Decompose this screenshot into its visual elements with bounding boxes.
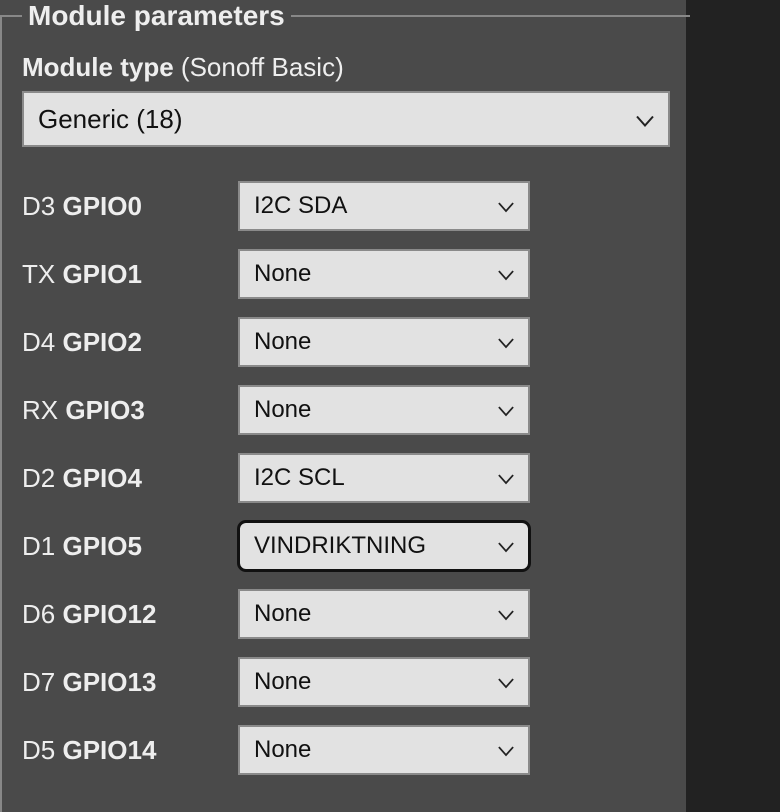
module-type-line: Module type (Sonoff Basic): [22, 52, 670, 83]
gpio-label: D1 GPIO5: [22, 531, 238, 562]
gpio-function-select-value: None: [254, 668, 311, 696]
module-parameters-fieldset: Module parameters Module type (Sonoff Ba…: [0, 0, 690, 812]
gpio-label-name: GPIO13: [62, 667, 156, 697]
chevron-down-icon: [498, 600, 514, 628]
gpio-label-name: GPIO1: [62, 259, 141, 289]
gpio-row: TX GPIO1 None: [22, 249, 670, 299]
gpio-label-name: GPIO3: [65, 395, 144, 425]
gpio-function-select[interactable]: None: [238, 725, 530, 775]
gpio-label: D6 GPIO12: [22, 599, 238, 630]
gpio-label-prefix: RX: [22, 395, 65, 425]
chevron-down-icon: [498, 736, 514, 764]
chevron-down-icon: [498, 464, 514, 492]
gpio-function-select[interactable]: I2C SCL: [238, 453, 530, 503]
gpio-row: RX GPIO3 None: [22, 385, 670, 435]
chevron-down-icon: [498, 260, 514, 288]
chevron-down-icon: [636, 104, 654, 135]
chevron-down-icon: [498, 396, 514, 424]
gpio-row: D4 GPIO2 None: [22, 317, 670, 367]
gpio-function-select-value: I2C SDA: [254, 192, 347, 220]
gpio-function-select[interactable]: None: [238, 657, 530, 707]
gpio-label: RX GPIO3: [22, 395, 238, 426]
gpio-label-name: GPIO4: [62, 463, 141, 493]
chevron-down-icon: [498, 192, 514, 220]
gpio-label: TX GPIO1: [22, 259, 238, 290]
gpio-label: D5 GPIO14: [22, 735, 238, 766]
module-type-current: (Sonoff Basic): [181, 52, 344, 82]
gpio-row: D7 GPIO13 None: [22, 657, 670, 707]
gpio-function-select[interactable]: None: [238, 249, 530, 299]
gpio-label-name: GPIO12: [62, 599, 156, 629]
gpio-table: D3 GPIO0I2C SDATX GPIO1NoneD4 GPIO2NoneR…: [22, 181, 670, 775]
gpio-function-select-value: None: [254, 600, 311, 628]
module-type-select[interactable]: Generic (18): [22, 91, 670, 147]
gpio-row: D3 GPIO0 I2C SDA: [22, 181, 670, 231]
chevron-down-icon: [498, 532, 514, 560]
gpio-function-select[interactable]: VINDRIKTNING: [238, 521, 530, 571]
module-parameters-panel: Module parameters Module type (Sonoff Ba…: [0, 0, 686, 812]
gpio-label-prefix: D2: [22, 463, 62, 493]
gpio-label-name: GPIO5: [62, 531, 141, 561]
gpio-label-prefix: D1: [22, 531, 62, 561]
gpio-row: D6 GPIO12 None: [22, 589, 670, 639]
gpio-row: D5 GPIO14 None: [22, 725, 670, 775]
gpio-function-select[interactable]: None: [238, 317, 530, 367]
chevron-down-icon: [498, 328, 514, 356]
gpio-function-select-value: None: [254, 396, 311, 424]
gpio-label-name: GPIO14: [62, 735, 156, 765]
gpio-row: D2 GPIO4 I2C SCL: [22, 453, 670, 503]
gpio-label-name: GPIO0: [62, 191, 141, 221]
gpio-label: D3 GPIO0: [22, 191, 238, 222]
module-type-label: Module type: [22, 52, 174, 82]
gpio-label-name: GPIO2: [62, 327, 141, 357]
gpio-function-select-value: None: [254, 260, 311, 288]
gpio-function-select-value: I2C SCL: [254, 464, 345, 492]
gpio-label-prefix: D6: [22, 599, 62, 629]
gpio-function-select-value: None: [254, 736, 311, 764]
fieldset-legend: Module parameters: [22, 0, 291, 32]
gpio-label-prefix: TX: [22, 259, 62, 289]
gpio-function-select-value: None: [254, 328, 311, 356]
chevron-down-icon: [498, 668, 514, 696]
gpio-label: D7 GPIO13: [22, 667, 238, 698]
gpio-row: D1 GPIO5 VINDRIKTNING: [22, 521, 670, 571]
gpio-label-prefix: D4: [22, 327, 62, 357]
gpio-label-prefix: D3: [22, 191, 62, 221]
gpio-label: D4 GPIO2: [22, 327, 238, 358]
gpio-label-prefix: D5: [22, 735, 62, 765]
gpio-function-select[interactable]: None: [238, 589, 530, 639]
gpio-label-prefix: D7: [22, 667, 62, 697]
gpio-function-select[interactable]: None: [238, 385, 530, 435]
gpio-function-select[interactable]: I2C SDA: [238, 181, 530, 231]
gpio-label: D2 GPIO4: [22, 463, 238, 494]
gpio-function-select-value: VINDRIKTNING: [254, 532, 426, 560]
module-type-select-value: Generic (18): [38, 104, 183, 135]
